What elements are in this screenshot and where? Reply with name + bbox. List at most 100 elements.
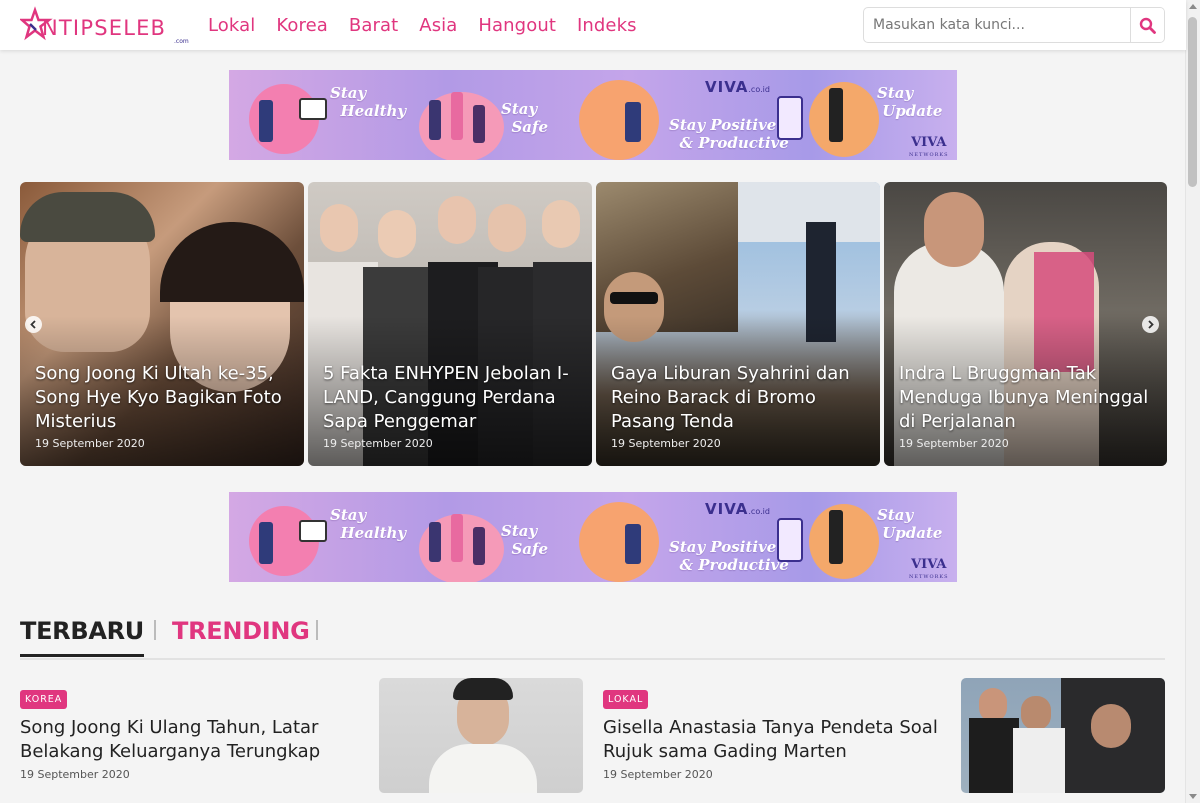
nav-lokal[interactable]: Lokal — [208, 15, 255, 36]
tab-terbaru[interactable]: TERBARU — [20, 616, 144, 657]
chevron-right-icon — [1148, 320, 1154, 329]
article-title[interactable]: Gisella Anastasia Tanya Pendeta Soal Ruj… — [603, 716, 948, 764]
site-logo[interactable]: NTIPSELEB .com — [18, 6, 192, 45]
illustration-monitor — [299, 520, 327, 542]
slider-card[interactable]: Gaya Liburan Syahrini dan Reino Barack d… — [596, 182, 880, 466]
ad-phrase-update: Stay Update — [877, 506, 943, 542]
ad-network-logo: VIVA NETWORKS — [909, 135, 949, 158]
slider-card[interactable]: Song Joong Ki Ultah ke-35, Song Hye Kyo … — [20, 182, 304, 466]
article-thumbnail[interactable] — [379, 678, 583, 793]
scroll-down-icon[interactable] — [1189, 794, 1197, 799]
search-input[interactable] — [864, 8, 1122, 42]
banner-blob — [809, 504, 879, 579]
card-photo — [969, 718, 1019, 793]
slider-card-title[interactable]: 5 Fakta ENHYPEN Jebolan I-LAND, Canggung… — [323, 362, 580, 434]
card-photo — [610, 292, 658, 304]
search-icon — [1139, 17, 1156, 34]
list-item[interactable]: LOKAL Gisella Anastasia Tanya Pendeta So… — [603, 678, 1165, 798]
article-date: 19 September 2020 — [20, 768, 130, 781]
article-title[interactable]: Song Joong Ki Ulang Tahun, Latar Belakan… — [20, 716, 365, 764]
scrollbar-thumb[interactable] — [1188, 17, 1197, 187]
card-photo — [979, 688, 1007, 722]
category-badge[interactable]: LOKAL — [603, 690, 649, 709]
slider-card-date: 19 September 2020 — [611, 437, 721, 450]
article-date: 19 September 2020 — [603, 768, 713, 781]
slider-card-date: 19 September 2020 — [35, 437, 145, 450]
ad-phrase-healthy: Stay Healthy — [330, 506, 407, 542]
banner-blob — [809, 82, 879, 157]
ad-phrase-update: Stay Update — [877, 84, 943, 120]
illustration-person — [829, 88, 843, 142]
illustration-person — [429, 522, 441, 562]
illustration-monitor — [299, 98, 327, 120]
banner-blob — [579, 80, 659, 160]
nav-hangout[interactable]: Hangout — [478, 15, 556, 36]
card-photo — [378, 210, 416, 258]
illustration-person — [625, 102, 641, 142]
illustration-person — [429, 100, 441, 140]
nav-asia[interactable]: Asia — [419, 15, 457, 36]
category-badge[interactable]: KOREA — [20, 690, 68, 709]
search-box — [863, 7, 1165, 43]
card-photo — [453, 678, 513, 700]
ad-brand-logo: VIVA.co.id — [705, 500, 770, 518]
card-photo — [438, 196, 476, 244]
featured-slider: Song Joong Ki Ultah ke-35, Song Hye Kyo … — [20, 182, 1167, 466]
illustration-person — [829, 510, 843, 564]
card-photo — [924, 192, 984, 267]
slider-prev-button[interactable] — [25, 316, 42, 333]
list-item[interactable]: KOREA Song Joong Ki Ulang Tahun, Latar B… — [20, 678, 583, 798]
nav-barat[interactable]: Barat — [349, 15, 398, 36]
slider-card[interactable]: Indra L Bruggman Tak Menduga Ibunya Meni… — [884, 182, 1167, 466]
tab-divider — [154, 620, 156, 640]
illustration-person — [259, 522, 273, 564]
main-nav: Lokal Korea Barat Asia Hangout Indeks — [208, 0, 658, 50]
svg-text:.com: .com — [174, 38, 189, 44]
tab-trending[interactable]: TRENDING — [172, 616, 310, 646]
ad-phrase-positive: Stay Positive & Productive — [669, 538, 789, 574]
illustration-person — [451, 92, 463, 140]
card-photo — [320, 204, 358, 252]
logo-star-icon: NTIPSELEB .com — [18, 6, 189, 45]
page-scrollbar[interactable] — [1185, 0, 1200, 803]
card-photo — [1091, 704, 1131, 748]
nav-korea[interactable]: Korea — [276, 15, 328, 36]
illustration-person — [259, 100, 273, 142]
card-photo — [542, 200, 580, 248]
tab-divider — [316, 620, 318, 640]
slider-card-date: 19 September 2020 — [899, 437, 1009, 450]
ad-phrase-healthy: Stay Healthy — [330, 84, 407, 120]
slider-card-date: 19 September 2020 — [323, 437, 433, 450]
slider-next-button[interactable] — [1142, 316, 1159, 333]
ad-phrase-safe: Stay Safe — [501, 100, 548, 136]
illustration-person — [451, 514, 463, 562]
banner-blob — [579, 502, 659, 582]
article-thumbnail[interactable] — [961, 678, 1165, 793]
card-photo — [429, 744, 537, 793]
slider-card[interactable]: 5 Fakta ENHYPEN Jebolan I-LAND, Canggung… — [308, 182, 592, 466]
search-button[interactable] — [1130, 8, 1164, 42]
ad-phrase-positive: Stay Positive & Productive — [669, 116, 789, 152]
site-header: NTIPSELEB .com Lokal Korea Barat Asia Ha… — [0, 0, 1186, 50]
card-photo — [20, 192, 155, 242]
card-photo — [1013, 728, 1065, 793]
ad-phrase-safe: Stay Safe — [501, 522, 548, 558]
top-banner-ad[interactable]: Stay Healthy Stay Safe Stay Positive & P… — [229, 70, 957, 160]
illustration-person — [473, 105, 485, 143]
nav-indeks[interactable]: Indeks — [577, 15, 637, 36]
illustration-person — [473, 527, 485, 565]
chevron-left-icon — [30, 320, 36, 329]
logo-text: NTIPSELEB — [42, 16, 166, 40]
ad-network-logo: VIVA NETWORKS — [909, 557, 949, 580]
slider-card-title[interactable]: Indra L Bruggman Tak Menduga Ibunya Meni… — [899, 362, 1155, 434]
scroll-up-icon[interactable] — [1189, 4, 1197, 9]
slider-card-title[interactable]: Gaya Liburan Syahrini dan Reino Barack d… — [611, 362, 868, 434]
middle-banner-ad[interactable]: Stay Healthy Stay Safe Stay Positive & P… — [229, 492, 957, 582]
news-tabs: TERBARU TRENDING — [20, 614, 1165, 660]
card-photo — [488, 204, 526, 252]
illustration-person — [625, 524, 641, 564]
ad-brand-logo: VIVA.co.id — [705, 78, 770, 96]
card-photo — [160, 222, 304, 302]
card-photo — [1021, 696, 1051, 730]
slider-card-title[interactable]: Song Joong Ki Ultah ke-35, Song Hye Kyo … — [35, 362, 292, 434]
